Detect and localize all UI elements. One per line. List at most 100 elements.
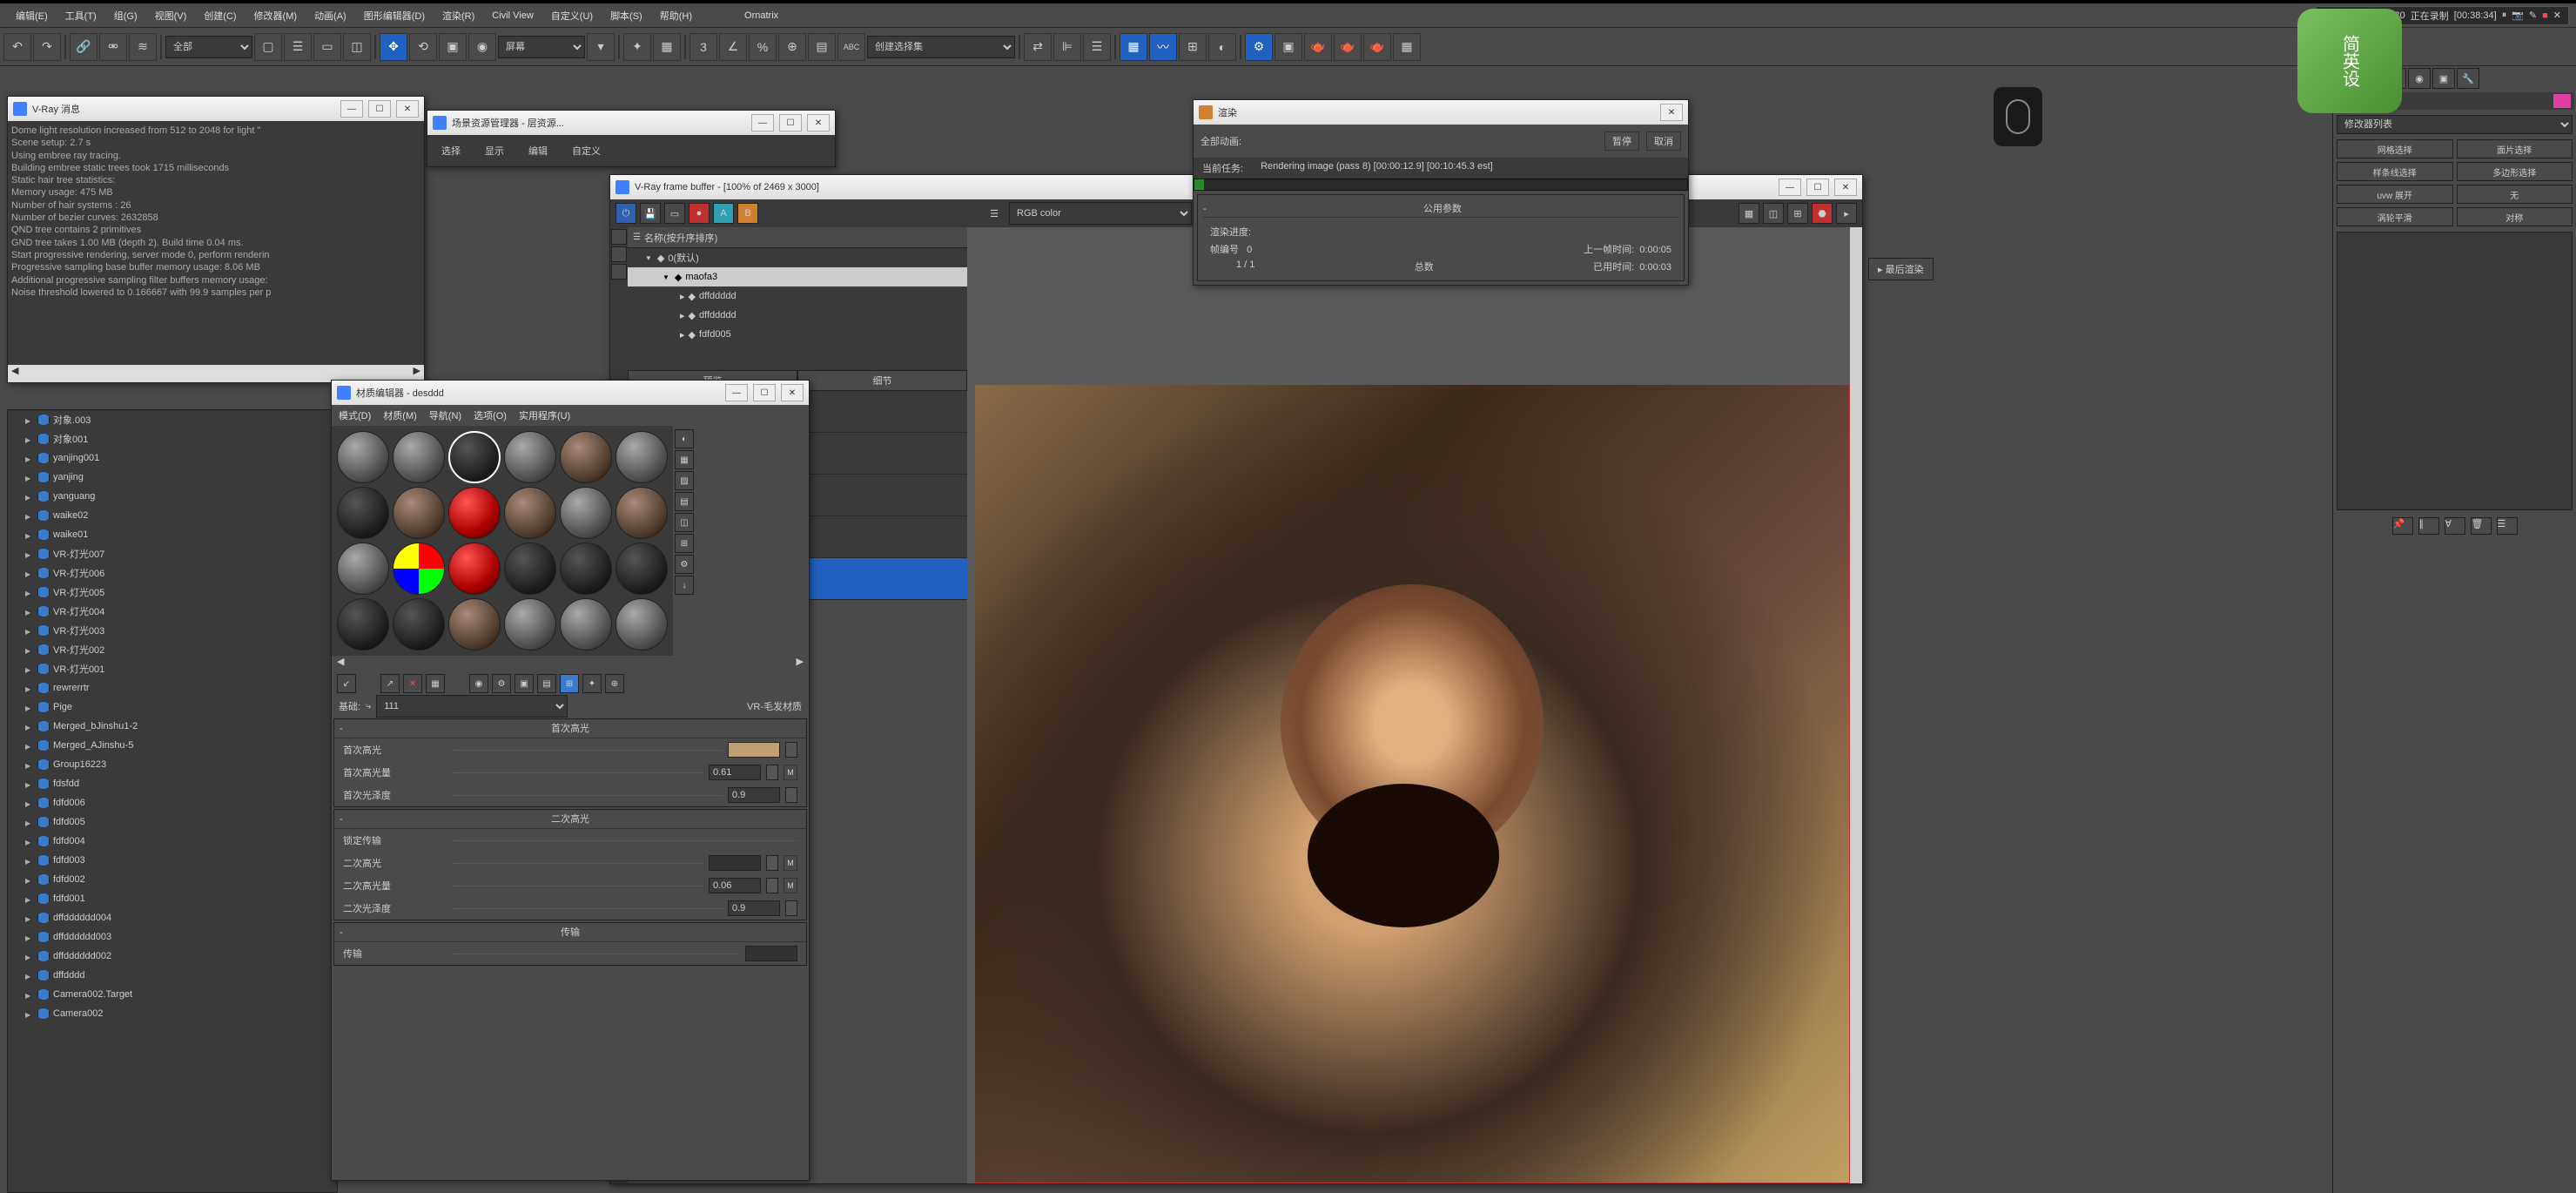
symmetry-button[interactable]: 对称: [2457, 207, 2573, 226]
tree-item[interactable]: fdfd001: [8, 889, 337, 908]
toggle-ribbon[interactable]: ▦: [1120, 33, 1147, 61]
maximize-button[interactable]: ☐: [779, 114, 802, 131]
mirror-button[interactable]: ⇄: [1024, 33, 1052, 61]
curve-editor[interactable]: 〰: [1149, 33, 1177, 61]
tree-item[interactable]: waike01: [8, 525, 337, 544]
menu-help[interactable]: 帮助(H): [651, 5, 701, 26]
close-button[interactable]: ✕: [1834, 179, 1857, 196]
meshsmooth-button[interactable]: 涡轮平滑: [2337, 207, 2453, 226]
tree-item[interactable]: 对象001: [8, 429, 337, 448]
unlink-button[interactable]: ⚮: [99, 33, 127, 61]
maximize-button[interactable]: ☐: [753, 384, 776, 401]
menu-render[interactable]: 渲染(R): [434, 5, 483, 26]
render-frame-button[interactable]: ▣: [1275, 33, 1302, 61]
render-preset[interactable]: 🫖: [1363, 33, 1391, 61]
mat-slot[interactable]: [615, 543, 668, 595]
manip-button[interactable]: ✦: [623, 33, 651, 61]
menu-animation[interactable]: 动画(A): [306, 5, 355, 26]
spinner-snap[interactable]: ⊕: [778, 33, 806, 61]
mat-slot[interactable]: [337, 487, 389, 539]
scene-tab-custom[interactable]: 自定义: [565, 140, 608, 161]
pause-icon[interactable]: ⏸: [2502, 10, 2507, 21]
tree-item[interactable]: dffdddddd002: [8, 947, 337, 966]
minimize-button[interactable]: —: [751, 114, 774, 131]
rotate-button[interactable]: ⟲: [409, 33, 437, 61]
spec-gloss-spinner[interactable]: 0.9: [728, 787, 780, 803]
mat-tool-showmap[interactable]: ⊞: [560, 674, 579, 693]
snap-toggle[interactable]: 3: [689, 33, 717, 61]
vfb-tool2[interactable]: ◫: [1763, 203, 1784, 224]
cancel-button[interactable]: 取消: [1646, 131, 1681, 151]
tree-item[interactable]: Camera002: [8, 1004, 337, 1023]
mat-tool-show[interactable]: ▤: [537, 674, 556, 693]
mat-slot[interactable]: [615, 431, 668, 483]
mat-slot[interactable]: [448, 487, 501, 539]
close-button[interactable]: ✕: [781, 384, 804, 401]
minimize-button[interactable]: —: [725, 384, 748, 401]
vfb-ab-button[interactable]: A: [713, 203, 734, 224]
scene-tab-edit[interactable]: 编辑: [521, 140, 555, 161]
poly-sel-button[interactable]: 多边形选择: [2457, 162, 2573, 181]
mat-slot[interactable]: [393, 431, 445, 483]
mat-slot[interactable]: [504, 543, 556, 595]
tree-item[interactable]: dffdddd: [8, 966, 337, 985]
mat-slot[interactable]: [615, 487, 668, 539]
mat-slot[interactable]: [560, 598, 612, 650]
minimize-button[interactable]: —: [340, 100, 363, 118]
mat-side-btn[interactable]: ◐: [675, 429, 694, 448]
tree-item[interactable]: yanjing: [8, 468, 337, 487]
render-button[interactable]: 🫖: [1304, 33, 1332, 61]
camera-icon[interactable]: 📷: [2512, 10, 2524, 21]
mat-slot[interactable]: [448, 431, 501, 483]
rollout2-title[interactable]: 二次高光: [551, 814, 589, 825]
angle-snap[interactable]: ∠: [719, 33, 747, 61]
tree-item[interactable]: VR-灯光007: [8, 544, 337, 563]
mat-slot[interactable]: [560, 543, 612, 595]
tree-item[interactable]: yanjing001: [8, 448, 337, 468]
select-window-button[interactable]: ◫: [343, 33, 371, 61]
mat-menu-material[interactable]: 材质(M): [383, 408, 417, 422]
rollout3-title[interactable]: 传输: [561, 927, 580, 938]
mat-side-btn[interactable]: ⚙: [675, 555, 694, 574]
scene-tab-display[interactable]: 显示: [478, 140, 511, 161]
mat-slot[interactable]: [393, 487, 445, 539]
name-header[interactable]: 名称(按升序排序): [644, 231, 717, 245]
vfb-menu-icon[interactable]: ☰: [990, 208, 999, 219]
mat-slot[interactable]: [560, 431, 612, 483]
mat-slot[interactable]: [615, 598, 668, 650]
render-iterative[interactable]: 🫖: [1334, 33, 1362, 61]
uvw-button[interactable]: uvw 展开: [2337, 185, 2453, 204]
menu-custom[interactable]: 自定义(U): [542, 5, 602, 26]
redo-button[interactable]: ↷: [33, 33, 61, 61]
close-button[interactable]: ✕: [1660, 104, 1683, 121]
select-name-button[interactable]: ☰: [284, 33, 312, 61]
menu-group[interactable]: 组(G): [105, 5, 146, 26]
menu-view[interactable]: 视图(V): [146, 5, 196, 26]
mat-tool-assign[interactable]: ◉: [469, 674, 488, 693]
link-button[interactable]: 🔗: [70, 33, 98, 61]
vfb-red-button[interactable]: ●: [689, 203, 710, 224]
menu-graph[interactable]: 图形编辑器(D): [355, 5, 434, 26]
mat-menu-util[interactable]: 实用程序(U): [519, 408, 570, 422]
pause-button[interactable]: 暂停: [1604, 131, 1639, 151]
mat-side-btn[interactable]: ▤: [675, 492, 694, 511]
tree-item[interactable]: Merged_AJinshu-5: [8, 736, 337, 755]
m-button[interactable]: M: [784, 765, 797, 780]
cmd-tab-utilities[interactable]: 🔧: [2457, 68, 2479, 89]
trans-swatch[interactable]: [745, 946, 797, 961]
tree-root[interactable]: ◆0(默认): [628, 248, 967, 267]
mat-slot[interactable]: [337, 598, 389, 650]
strip-btn[interactable]: [611, 246, 627, 262]
spec-color-swatch[interactable]: [728, 742, 780, 758]
spec-amount-spinner[interactable]: 0.61: [709, 765, 761, 780]
unique-button[interactable]: ∀: [2445, 517, 2465, 535]
bind-button[interactable]: ≋: [129, 33, 157, 61]
mat-type-label[interactable]: VR-毛发材质: [747, 699, 802, 713]
scene-tab-select[interactable]: 选择: [434, 140, 467, 161]
rollout1-title[interactable]: 首次高光: [551, 724, 589, 734]
mat-tool-nav[interactable]: ✦: [582, 674, 602, 693]
vfb-power-button[interactable]: ⏻: [615, 203, 636, 224]
tree-item[interactable]: fdfd006: [8, 793, 337, 812]
mat-tool-get[interactable]: ↙: [337, 674, 356, 693]
tree-item[interactable]: VR-灯光006: [8, 563, 337, 583]
